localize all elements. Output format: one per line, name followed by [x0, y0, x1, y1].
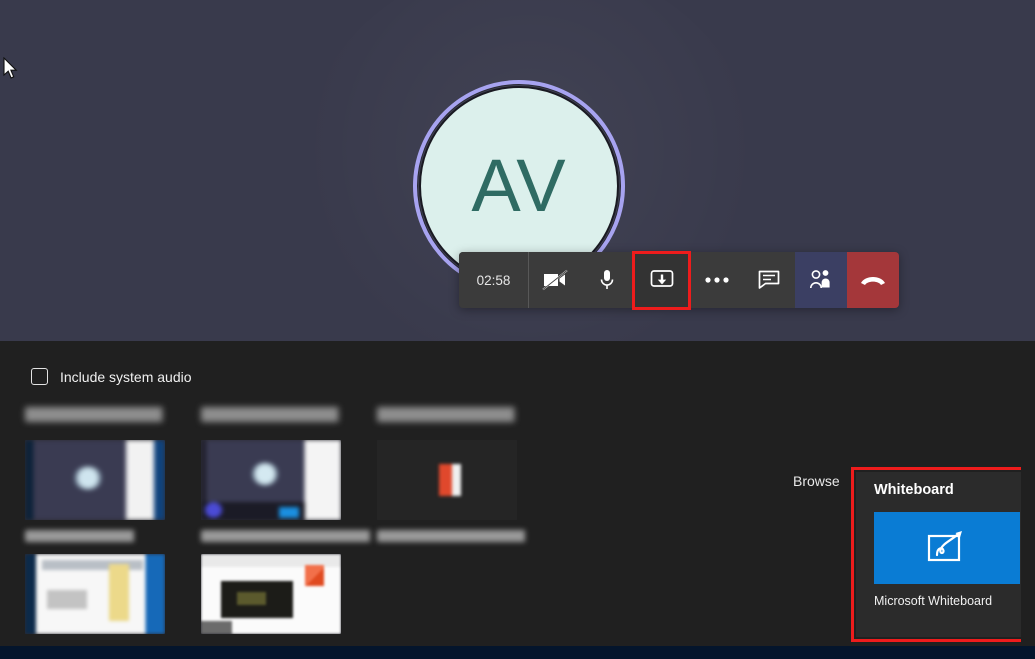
whiteboard-highlight	[851, 467, 1035, 642]
call-toolbar: 02:58	[459, 252, 899, 308]
share-screen-icon	[650, 270, 674, 287]
document-preview-image	[201, 554, 341, 634]
window-preview-image	[201, 440, 341, 520]
microphone-button[interactable]	[581, 252, 633, 308]
share-content-tray: Include system audio Browse Whiteboard M…	[0, 341, 1035, 646]
desktop-preview-image	[25, 440, 165, 520]
share-thumbnail-explorer[interactable]	[25, 554, 165, 634]
chat-button[interactable]	[743, 252, 795, 308]
share-thumbnail-window[interactable]	[201, 440, 341, 520]
camera-off-icon	[542, 269, 568, 291]
share-thumbnail-desktop[interactable]	[25, 440, 165, 520]
powerpoint-preview-image	[377, 440, 517, 520]
chat-icon	[758, 270, 780, 289]
share-thumbnail-caption-desktop	[25, 530, 201, 542]
include-system-audio-checkbox[interactable]	[31, 368, 48, 385]
hangup-icon	[861, 277, 885, 285]
share-screen-button[interactable]	[633, 252, 691, 308]
include-system-audio-row[interactable]: Include system audio	[31, 368, 192, 385]
call-timer: 02:58	[459, 252, 529, 308]
hangup-button[interactable]	[847, 252, 899, 308]
share-thumbnail-powerpoint[interactable]	[377, 440, 517, 520]
share-column-desktop	[25, 407, 201, 634]
share-column-window	[201, 407, 377, 634]
microphone-icon	[600, 270, 614, 289]
share-columns	[25, 407, 553, 634]
share-column-header-window	[201, 407, 377, 422]
share-column-powerpoint	[377, 407, 553, 634]
share-column-header-desktop	[25, 407, 201, 422]
people-icon	[810, 270, 830, 289]
share-thumbnail-document[interactable]	[201, 554, 341, 634]
include-system-audio-label: Include system audio	[60, 368, 192, 385]
share-thumbnail-caption-window	[201, 530, 377, 542]
explorer-preview-image	[25, 554, 165, 634]
participants-button[interactable]	[795, 252, 847, 308]
mouse-cursor	[3, 57, 18, 79]
teams-meeting-screen: AV 02:58 Include system audio Browse Whi…	[0, 0, 1035, 659]
share-column-header-powerpoint	[377, 407, 553, 422]
more-options-button[interactable]	[691, 252, 743, 308]
camera-button[interactable]	[529, 252, 581, 308]
more-options-icon	[705, 277, 729, 283]
os-taskbar-strip	[0, 646, 1035, 659]
share-thumbnail-caption-powerpoint	[377, 530, 553, 542]
share-tray-scrollbar-track[interactable]	[1021, 341, 1035, 646]
browse-button[interactable]: Browse	[793, 473, 840, 489]
